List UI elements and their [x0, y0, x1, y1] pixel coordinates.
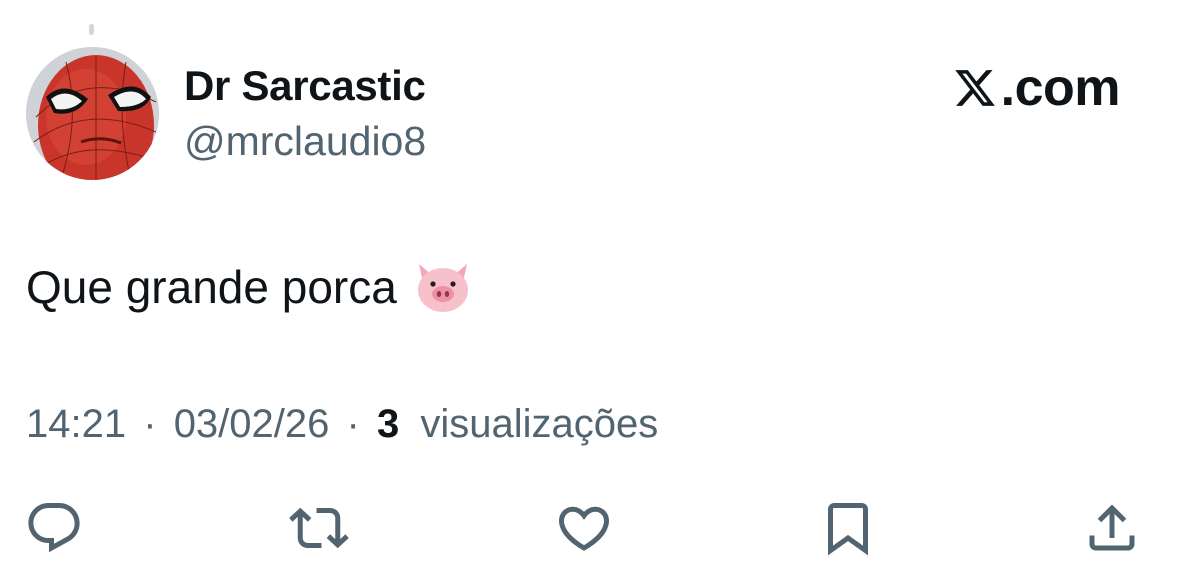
retweet-icon [289, 507, 349, 549]
tweet-date[interactable]: 03/02/26 [174, 402, 330, 446]
share-icon [1089, 504, 1135, 551]
brand-domain-suffix: .com [1000, 59, 1121, 117]
reply-button[interactable] [24, 498, 84, 558]
scroll-indicator [89, 24, 94, 35]
tweet-card: Dr Sarcastic @mrclaudio8 .com Que grande… [0, 0, 1178, 566]
tweet-text: Que grande porca [26, 258, 473, 316]
share-button[interactable] [1082, 498, 1142, 558]
bookmark-icon [828, 503, 868, 556]
bookmark-button[interactable] [818, 498, 878, 558]
views-count: 3 [376, 402, 400, 446]
tweet-time[interactable]: 14:21 [26, 402, 126, 446]
reply-icon [28, 503, 80, 553]
meta-separator: · [143, 402, 157, 446]
like-button[interactable] [554, 498, 614, 558]
avatar[interactable] [26, 47, 159, 180]
meta-separator: · [346, 402, 360, 446]
author-handle[interactable]: @mrclaudio8 [184, 118, 426, 165]
author-display-name[interactable]: Dr Sarcastic [184, 62, 426, 110]
heart-icon [558, 506, 610, 551]
pig-face-icon [417, 264, 468, 312]
views-label: visualizações [420, 402, 659, 446]
x-com-watermark: .com [953, 58, 1121, 118]
spiderman-avatar-icon [26, 47, 159, 180]
retweet-button[interactable] [289, 498, 349, 558]
tweet-meta: 14:21 · 03/02/26 · 3 visualizações [26, 402, 658, 447]
tweet-body: Que grande porca [26, 261, 397, 313]
x-logo-icon [954, 70, 995, 106]
